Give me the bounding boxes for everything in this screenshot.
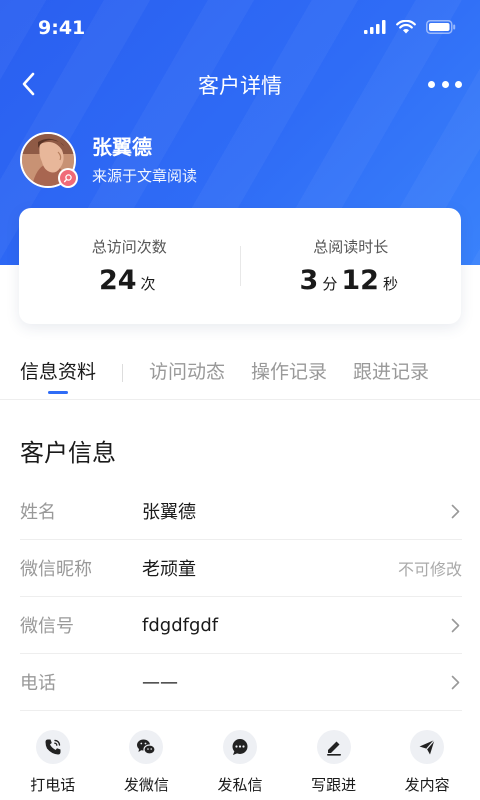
- phone-icon: [35, 730, 70, 764]
- action-label: 打电话: [30, 776, 76, 794]
- read-minutes: 3: [299, 265, 319, 296]
- info-row-nickname: 微信昵称 老顽童 不可修改: [20, 540, 462, 597]
- customer-source: 来源于文章阅读: [92, 167, 198, 185]
- signal-icon: [364, 20, 386, 34]
- action-bar: 打电话 发微信 发私信 写跟进 发内容: [0, 730, 480, 800]
- stat-value: 24 次: [19, 265, 240, 296]
- profile-text: 张翼德 来源于文章阅读: [92, 133, 197, 187]
- chevron-right-icon: [448, 504, 462, 518]
- chevron-right-icon: [448, 675, 462, 689]
- message-button[interactable]: 发私信: [196, 730, 284, 800]
- nav-bar: 客户详情: [0, 62, 480, 106]
- info-row-phone[interactable]: 电话 ——: [20, 654, 462, 711]
- send-icon: [410, 730, 445, 764]
- avatar[interactable]: [20, 132, 78, 188]
- pen-icon: [316, 730, 351, 764]
- info-value: 老顽童: [142, 559, 196, 580]
- customer-profile: 张翼德 来源于文章阅读: [20, 131, 197, 189]
- customer-info-list: 姓名 张翼德 微信昵称 老顽童 不可修改 微信号 fdgdfgdf 电话 ——: [20, 483, 462, 711]
- info-label: 微信昵称: [20, 559, 92, 580]
- more-button[interactable]: [428, 70, 462, 98]
- info-row-wechat-id[interactable]: 微信号 fdgdfgdf: [20, 597, 462, 654]
- wechat-button[interactable]: 发微信: [102, 730, 190, 800]
- stat-label: 总阅读时长: [313, 238, 389, 256]
- visit-count: 24: [98, 265, 137, 296]
- stat-visits: 总访问次数 24 次: [19, 236, 240, 296]
- read-seconds: 12: [341, 265, 379, 296]
- tab-bar: 信息资料 访问动态 操作记录 跟进记录: [0, 352, 480, 400]
- visit-unit: 次: [140, 275, 156, 293]
- more-dot-icon: [455, 80, 462, 88]
- page-title: 客户详情: [198, 74, 282, 98]
- action-label: 发微信: [123, 776, 169, 794]
- tab-operations[interactable]: 操作记录: [251, 348, 327, 396]
- action-label: 发内容: [404, 776, 450, 794]
- stats-card: 总访问次数 24 次 总阅读时长 3 分 12 秒: [19, 208, 461, 324]
- info-value: 张翼德: [142, 502, 196, 523]
- source-badge: [58, 168, 78, 188]
- seconds-unit: 秒: [382, 275, 398, 293]
- section-title: 客户信息: [20, 439, 116, 467]
- action-label: 写跟进: [311, 776, 357, 794]
- info-value: ——: [142, 671, 178, 693]
- status-time: 9:41: [38, 17, 86, 39]
- info-label: 微信号: [20, 616, 74, 637]
- more-dot-icon: [441, 80, 449, 88]
- wechat-icon: [129, 730, 164, 764]
- stat-value: 3 分 12 秒: [241, 265, 462, 296]
- stat-label: 总访问次数: [91, 238, 167, 256]
- stat-read-time: 总阅读时长 3 分 12 秒: [241, 236, 462, 296]
- minutes-unit: 分: [322, 275, 338, 293]
- message-icon: [222, 730, 257, 764]
- search-badge-icon: [60, 170, 76, 186]
- call-button[interactable]: 打电话: [9, 730, 97, 800]
- status-bar: 9:41: [0, 0, 480, 56]
- tab-followups[interactable]: 跟进记录: [353, 348, 429, 396]
- send-content-button[interactable]: 发内容: [383, 730, 471, 800]
- action-label: 发私信: [217, 776, 263, 794]
- info-value: fdgdfgdf: [142, 614, 219, 636]
- tab-info[interactable]: 信息资料: [20, 348, 96, 396]
- info-row-name[interactable]: 姓名 张翼德: [20, 483, 462, 540]
- tab-visits[interactable]: 访问动态: [149, 348, 225, 396]
- status-icons: [364, 20, 456, 34]
- battery-icon: [426, 20, 456, 34]
- info-label: 姓名: [20, 502, 56, 523]
- follow-up-button[interactable]: 写跟进: [290, 730, 378, 800]
- tab-divider: [122, 364, 124, 382]
- customer-name: 张翼德: [92, 135, 152, 159]
- info-label: 电话: [20, 673, 56, 694]
- readonly-note: 不可修改: [397, 560, 462, 579]
- more-dot-icon: [428, 80, 435, 88]
- chevron-right-icon: [448, 618, 462, 632]
- wifi-icon: [396, 20, 416, 34]
